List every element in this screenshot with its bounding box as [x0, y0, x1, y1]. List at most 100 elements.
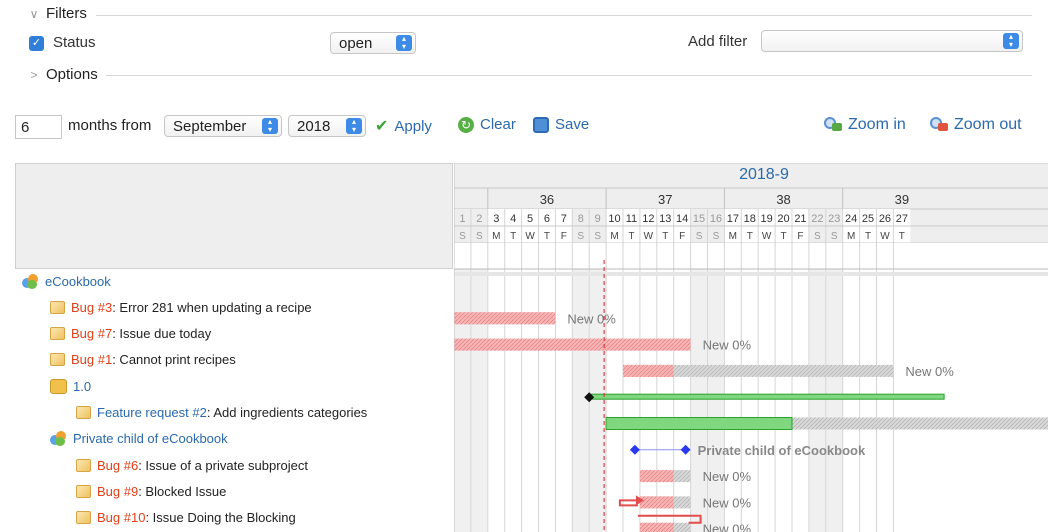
issue-link[interactable]: Bug #1 [71, 352, 112, 367]
issue-subject: : Issue due today [112, 326, 212, 342]
subject-text: Bug #6: Issue of a private subproject [97, 458, 308, 473]
issue-ticket-icon [76, 511, 91, 525]
day-number-label: 16 [710, 213, 722, 225]
filters-legend-label: Filters [46, 5, 87, 22]
issue-subject: : Cannot print recipes [112, 352, 236, 368]
issue-link[interactable]: Bug #3 [71, 300, 112, 315]
weekday-label: T [510, 231, 516, 242]
day-number-label: 9 [595, 213, 601, 225]
day-number-label: 13 [659, 213, 671, 225]
gantt-subject-row[interactable]: Bug #10: Issue Doing the Blocking [76, 505, 296, 531]
gantt-subject-row[interactable]: Bug #7: Issue due today [50, 321, 211, 347]
save-label: Save [555, 116, 590, 133]
day-number-label: 14 [676, 213, 688, 225]
version-link[interactable]: 1.0 [73, 379, 91, 394]
weekend-column [690, 269, 708, 532]
week-number-label: 37 [658, 192, 672, 207]
weekend-column [589, 269, 607, 532]
gantt-subject-row[interactable]: Bug #3: Error 281 when updating a recipe [50, 294, 312, 320]
task-bar-late [639, 470, 674, 483]
month-select-value: September [173, 117, 247, 135]
month-select[interactable]: September ▴ ▾ [164, 115, 282, 137]
subproject-label: Private child of eCookbook [698, 443, 866, 458]
week-number-label: 38 [776, 192, 790, 207]
year-select-value: 2018 [297, 117, 331, 135]
day-number-label: 3 [493, 213, 499, 225]
add-filter-label: Add filter [688, 33, 748, 50]
save-icon [533, 116, 549, 133]
issue-link[interactable]: Bug #7 [71, 326, 112, 341]
apply-link[interactable]: ✔ Apply [375, 116, 432, 136]
weekday-label: W [525, 231, 535, 242]
week-number-label: 36 [540, 192, 554, 207]
weekday-label: W [644, 231, 654, 242]
weekday-label: W [880, 231, 890, 242]
clear-link[interactable]: ↻ Clear [458, 116, 516, 133]
task-bar-late [605, 417, 793, 430]
gantt-header-spacer [454, 243, 1048, 269]
gantt-subject-row[interactable]: Bug #1: Cannot print recipes [50, 347, 236, 373]
project-link[interactable]: eCookbook [45, 274, 111, 289]
day-number-label: 8 [578, 213, 584, 225]
day-number-label: 5 [527, 213, 533, 225]
day-number-label: 2 [476, 213, 482, 225]
chevron-right-icon: > [30, 67, 38, 82]
weekday-label: M [492, 231, 500, 242]
gantt-subject-row[interactable]: Private child of eCookbook [50, 426, 228, 452]
weekday-label: T [899, 231, 905, 242]
zoom-in-link[interactable]: Zoom in [824, 116, 906, 134]
save-link[interactable]: Save [533, 116, 589, 133]
issue-subject: : Add ingredients categories [206, 405, 368, 420]
issue-ticket-icon [50, 327, 65, 341]
gantt-chart: 2018-9 36 37 38 39 1 S 2 S 3 M 4 T 5 W 6 T 7 F 8 S 9 S 10 M 11 T 12… [454, 163, 1048, 532]
subject-text: Bug #1: Cannot print recipes [71, 352, 236, 367]
gantt-subject-row[interactable]: Bug #9: Blocked Issue [76, 478, 226, 504]
issue-subject: : Issue Doing the Blocking [145, 510, 296, 526]
select-arrows-icon: ▴ ▾ [346, 118, 362, 134]
gantt-subject-row[interactable]: 1.0 [50, 373, 91, 399]
year-select[interactable]: 2018 ▴ ▾ [288, 115, 366, 137]
status-select-value: open [339, 34, 373, 52]
weekday-label: S [476, 231, 483, 242]
task-status-label: New 0% [567, 311, 616, 326]
weekday-label: S [459, 231, 466, 242]
task-status-label: New 0% [905, 364, 954, 379]
day-number-label: 24 [845, 213, 857, 225]
weekday-label: F [679, 231, 685, 242]
task-status-label: New 0% [703, 522, 752, 532]
issue-link[interactable]: Bug #10 [97, 510, 145, 525]
options-fieldset-border [106, 75, 1032, 76]
months-input[interactable]: 6 [15, 115, 62, 139]
add-filter-select[interactable]: ▴ ▾ [761, 30, 1023, 52]
task-bar-late [639, 496, 674, 509]
weekday-label: S [814, 231, 821, 242]
day-number-label: 18 [744, 213, 756, 225]
subject-text: Bug #9: Blocked Issue [97, 484, 226, 499]
issue-link[interactable]: Bug #6 [97, 458, 138, 473]
gantt-subject-row[interactable]: Feature request #2: Add ingredients cate… [76, 400, 367, 426]
task-status-label: New 0% [703, 338, 752, 353]
weekday-label: T [780, 231, 786, 242]
zoom-out-icon [930, 117, 948, 133]
status-operator-select[interactable]: open ▴ ▾ [330, 32, 416, 54]
issue-link[interactable]: Bug #9 [97, 484, 138, 499]
weekday-label: F [561, 231, 567, 242]
day-number-label: 4 [510, 213, 516, 225]
weekday-label: W [762, 231, 772, 242]
issue-link[interactable]: Feature request #2 [97, 405, 207, 420]
filters-legend[interactable]: ∨ Filters [28, 5, 93, 22]
week-number-label: 39 [895, 192, 909, 207]
day-number-label: 7 [561, 213, 567, 225]
day-number-label: 23 [828, 213, 840, 225]
gantt-subject-row[interactable]: eCookbook [22, 268, 111, 294]
gantt-subject-row[interactable]: Bug #6: Issue of a private subproject [76, 452, 308, 478]
zoom-out-link[interactable]: Zoom out [930, 116, 1022, 134]
weekend-column [825, 269, 843, 532]
gantt-subjects-header [15, 163, 453, 269]
project-link[interactable]: Private child of eCookbook [73, 431, 228, 446]
day-number-label: 6 [544, 213, 550, 225]
gantt-month-label: 2018-9 [739, 166, 789, 183]
status-checkbox[interactable]: ✓ [29, 36, 44, 51]
subject-text: Bug #10: Issue Doing the Blocking [97, 510, 296, 525]
options-legend[interactable]: > Options [28, 66, 104, 83]
